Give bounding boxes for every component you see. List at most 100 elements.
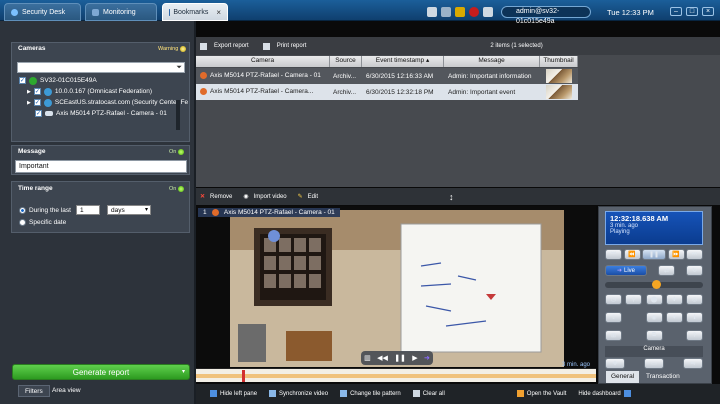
message-status[interactable]: On <box>169 148 185 156</box>
message-input[interactable]: Important <box>15 160 187 173</box>
checkbox[interactable]: ✓ <box>33 99 41 106</box>
tray-settings-icon[interactable] <box>483 6 493 17</box>
bookmark-add-icon[interactable]: ✚ <box>665 294 683 305</box>
open-vault-button[interactable]: Open the Vault <box>516 390 566 398</box>
print-report-button[interactable]: Print report <box>277 43 307 49</box>
tab-transaction[interactable]: Transaction <box>641 371 685 383</box>
column-header-thumbnail[interactable]: Thumbnail <box>540 56 578 67</box>
checkbox[interactable]: ✓ <box>35 110 42 117</box>
pause-icon[interactable]: ❚❚ <box>394 354 406 362</box>
forward-icon[interactable]: ⏩ <box>667 249 685 260</box>
live-button[interactable]: ➜ Live <box>605 265 647 276</box>
import-video-button[interactable]: Import video <box>254 194 287 200</box>
tool-row-3: ⊞ ⧉ ? <box>605 330 703 341</box>
flip-icon[interactable]: ⇋ <box>683 358 703 369</box>
tray-monitor-icon[interactable] <box>427 6 437 17</box>
hide-left-pane-button[interactable]: Hide left pane <box>210 390 257 398</box>
table-row[interactable]: Axis M5014 PTZ-Rafael - Camera... Archiv… <box>196 84 578 100</box>
speed-slider-thumb[interactable] <box>652 280 661 289</box>
ptz-icon[interactable]: ✥ <box>605 358 625 369</box>
expand-icon[interactable]: ▶ <box>27 100 31 106</box>
edit-button[interactable]: Edit <box>308 194 318 200</box>
column-header-timestamp[interactable]: Event timestamp ▴ <box>362 56 444 67</box>
column-header-source[interactable]: Source <box>330 56 362 67</box>
digital-zoom-icon[interactable]: ▭ <box>644 358 664 369</box>
tab-monitoring[interactable]: Monitoring <box>85 3 157 21</box>
tab-bookmarks[interactable]: Bookmarks × <box>162 3 228 21</box>
copy-icon[interactable]: ⧉ <box>645 330 663 341</box>
chevron-down-icon[interactable]: ▾ <box>182 365 185 380</box>
clock-icon[interactable]: ◷ <box>605 294 622 305</box>
bookmark-icon[interactable]: ✦ <box>665 312 683 323</box>
tab-security-desk[interactable]: Security Desk <box>4 3 81 21</box>
pause-button[interactable]: ❚❚ <box>642 249 666 260</box>
video-tile[interactable] <box>196 206 596 367</box>
column-header-message[interactable]: Message <box>444 56 540 67</box>
minimize-icon[interactable]: – <box>670 7 682 16</box>
during-unit-select[interactable]: days ▾ <box>107 205 151 215</box>
table-row[interactable]: Axis M5014 PTZ-Rafael - Camera - 01 Arch… <box>196 68 578 84</box>
loop-icon[interactable]: ⇄ <box>658 265 675 276</box>
tree-item[interactable]: ✓ Axis M5014 PTZ-Rafael - Camera - 01 <box>19 108 189 119</box>
tray-grid-icon[interactable] <box>441 6 451 17</box>
tab-filters[interactable]: Filters <box>18 385 50 397</box>
export-report-button[interactable]: Export report <box>214 43 249 49</box>
remove-button[interactable]: Remove <box>210 194 232 200</box>
snapshot-icon[interactable]: ⬤ <box>645 294 663 305</box>
clear-all-button[interactable]: Clear all <box>412 390 445 398</box>
repeat-icon[interactable]: ↻ <box>686 265 703 276</box>
synchronize-video-button[interactable]: Synchronize video <box>269 390 328 398</box>
record-icon[interactable]: ◉ <box>645 312 663 323</box>
tile-layout-icon[interactable]: ▥ <box>364 354 371 362</box>
visual-tracking-icon[interactable]: ⊞ <box>605 330 622 341</box>
info-icon[interactable]: ℹ <box>686 312 703 323</box>
change-tile-pattern-button[interactable]: Change tile pattern <box>340 390 401 398</box>
remove-icon[interactable]: ✕ <box>200 193 205 200</box>
edit-icon[interactable]: ✎ <box>298 193 303 200</box>
tray-lock-icon[interactable] <box>455 6 465 17</box>
column-label: Message <box>478 57 505 64</box>
during-value-stepper[interactable]: 1 <box>76 205 100 215</box>
specific-date-radio[interactable] <box>19 219 26 226</box>
close-window-icon[interactable]: × <box>702 7 714 16</box>
camera-search-input[interactable]: ⏷ <box>17 62 185 73</box>
during-last-radio[interactable] <box>19 207 26 214</box>
close-tab-icon[interactable]: × <box>216 8 221 17</box>
rewind-icon[interactable]: ⏪ <box>623 249 641 260</box>
checkbox[interactable]: ✓ <box>33 88 41 95</box>
tab-area-view[interactable]: Area view <box>46 385 87 397</box>
export-icon[interactable] <box>200 42 207 50</box>
tab-general[interactable]: General <box>606 371 640 383</box>
tree-item[interactable]: ✓ SV32-01C015E49A <box>19 75 189 86</box>
user-badge[interactable]: admin@sv32-01c015e49a <box>501 6 591 25</box>
video-timeline[interactable] <box>196 368 596 382</box>
tree-item[interactable]: ▶ ✓ SCEastUS.stratocast.com (Security Ce… <box>19 97 189 108</box>
time-range-status[interactable]: On <box>169 185 185 193</box>
audio-icon[interactable]: ◎ <box>686 294 703 305</box>
speed-slider[interactable] <box>605 280 703 289</box>
skip-forward-icon[interactable]: ⏭ <box>686 249 703 260</box>
skip-back-icon[interactable]: ⏮ <box>605 249 622 260</box>
hide-dashboard-button[interactable]: Hide dashboard <box>578 390 633 398</box>
playback-status: 12:32:18.638 AM 3 min. ago Playing <box>605 211 703 245</box>
filter-icon[interactable]: ⏷ <box>176 64 182 72</box>
resize-handle[interactable]: ↕ <box>449 192 454 202</box>
expand-icon[interactable]: ▶ <box>27 89 31 95</box>
help-icon[interactable]: ? <box>686 330 703 341</box>
tree-scrollbar[interactable] <box>176 100 180 130</box>
zoom-icon[interactable]: ⚲ <box>625 294 643 305</box>
checkbox[interactable]: ✓ <box>19 77 26 84</box>
tray-alert-icon[interactable] <box>469 6 479 17</box>
live-arrow-icon[interactable]: ➜ <box>424 354 430 362</box>
timeline-cursor[interactable] <box>242 370 245 382</box>
export-clip-icon[interactable]: ⇪ <box>605 312 622 323</box>
step-icon[interactable]: ▶ <box>412 354 417 362</box>
restore-icon[interactable]: □ <box>686 7 698 16</box>
tree-item[interactable]: ▶ ✓ 10.0.0.167 (Omnicast Federation) <box>19 86 189 97</box>
import-video-icon[interactable]: ◉ <box>243 193 248 200</box>
rewind-icon[interactable]: ◀◀ <box>377 354 388 362</box>
column-header-camera[interactable]: Camera <box>196 56 330 67</box>
generate-report-button[interactable]: Generate report ▾ <box>12 364 190 380</box>
print-icon[interactable] <box>262 42 270 50</box>
security-desk-icon <box>11 8 18 16</box>
